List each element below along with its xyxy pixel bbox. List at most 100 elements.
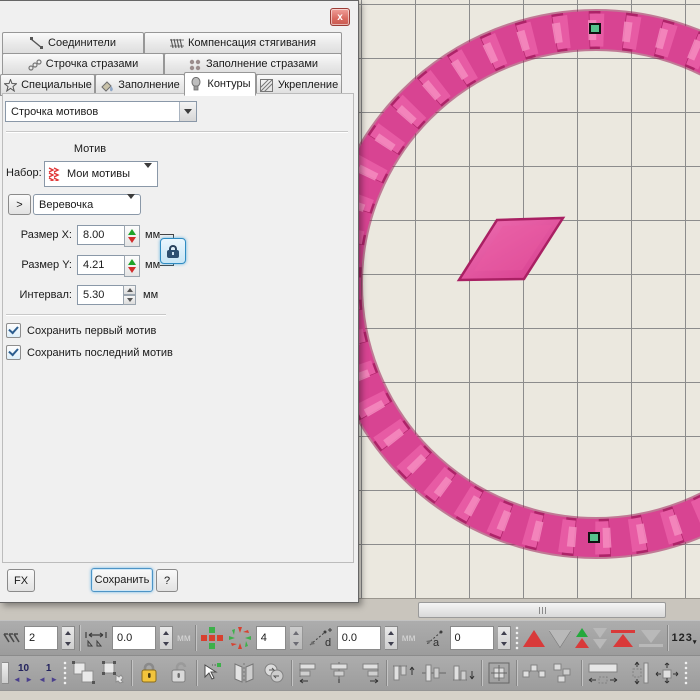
center-design-button[interactable] bbox=[486, 660, 512, 686]
lock-closed-icon bbox=[139, 661, 159, 685]
align-right-button[interactable] bbox=[356, 660, 382, 686]
unit-label: мм bbox=[177, 633, 191, 644]
triangle-double-gray-icon[interactable] bbox=[593, 628, 607, 649]
tab-connectors[interactable]: Соединители bbox=[2, 32, 144, 54]
motif-star-icon[interactable] bbox=[228, 626, 252, 650]
close-icon: x bbox=[337, 12, 343, 23]
help-button[interactable]: ? bbox=[156, 569, 178, 592]
spacing-spinner[interactable] bbox=[160, 626, 173, 650]
spacing-label: Интервал: bbox=[0, 289, 72, 301]
unit-label: мм bbox=[402, 633, 416, 644]
tab-rhinestone-run[interactable]: Строчка стразами bbox=[2, 53, 164, 75]
nudge-10-control[interactable]: 10 ◄ ► bbox=[13, 663, 34, 684]
diamond-motif-object[interactable] bbox=[459, 218, 563, 280]
align-left-button[interactable] bbox=[296, 660, 322, 686]
space-evenly-button[interactable] bbox=[654, 660, 680, 686]
motif-name-combobox[interactable]: Веревочка bbox=[33, 194, 141, 215]
checkbox-checked-icon bbox=[6, 345, 21, 360]
keep-last-motif-checkbox[interactable]: Сохранить последний мотив bbox=[6, 345, 173, 360]
stitch-numbers-icon[interactable]: 123▾ bbox=[672, 630, 698, 646]
rope-circle-object[interactable] bbox=[331, 19, 700, 549]
reshape-button[interactable] bbox=[201, 660, 227, 686]
toolbar-grip[interactable] bbox=[63, 660, 67, 686]
keep-first-motif-checkbox[interactable]: Сохранить первый мотив bbox=[6, 323, 156, 338]
unlock-button[interactable] bbox=[166, 660, 192, 686]
offset-input[interactable]: 0.0 bbox=[337, 626, 381, 650]
ungroup-button[interactable] bbox=[101, 660, 127, 686]
motif-cross-icon[interactable] bbox=[200, 626, 224, 650]
proportional-lock-button[interactable] bbox=[160, 238, 186, 264]
motif-name-value: Веревочка bbox=[34, 199, 127, 211]
close-button[interactable]: x bbox=[330, 8, 350, 26]
pull-compensation-icon bbox=[170, 37, 184, 50]
reinforce-icon bbox=[260, 79, 274, 92]
size-x-unit: мм bbox=[145, 229, 160, 241]
swap-button[interactable] bbox=[261, 660, 287, 686]
triangle-down-gray-icon[interactable] bbox=[549, 630, 571, 647]
break-apart-button[interactable] bbox=[551, 660, 577, 686]
size-y-label: Размер Y: bbox=[0, 259, 72, 271]
mirror-button[interactable] bbox=[231, 660, 257, 686]
tab-label: Строчка стразами bbox=[46, 58, 138, 70]
triangle-green-red-icon[interactable] bbox=[575, 628, 589, 648]
count-spinner[interactable] bbox=[290, 626, 303, 650]
motif-set-value: Мои мотивы bbox=[62, 168, 144, 180]
tab-pull-compensation[interactable]: Компенсация стягивания bbox=[144, 32, 342, 54]
space-horizontal-button[interactable] bbox=[586, 660, 620, 686]
spacing-input[interactable]: 0.0 bbox=[112, 626, 156, 650]
size-x-spinner[interactable] bbox=[124, 225, 140, 247]
space-vertical-button[interactable] bbox=[624, 660, 650, 686]
object-properties-dialog: x Соединители Компенсация стягивания Стр… bbox=[0, 0, 359, 603]
selection-handle-top[interactable] bbox=[590, 24, 600, 33]
align-center-button[interactable] bbox=[326, 660, 352, 686]
horizontal-scrollbar[interactable] bbox=[418, 602, 666, 618]
repeats-input[interactable]: 2 bbox=[24, 626, 58, 650]
tab-label: Компенсация стягивания bbox=[188, 37, 316, 49]
distribute-shapes-button[interactable] bbox=[521, 660, 547, 686]
lock-icon bbox=[167, 245, 179, 258]
stitch-type-combobox[interactable]: Строчка мотивов bbox=[5, 101, 197, 122]
size-x-field[interactable]: 8.00 bbox=[77, 225, 128, 245]
rhinestone-run-icon bbox=[28, 58, 42, 71]
toolbar-grip[interactable] bbox=[684, 660, 688, 686]
connectors-icon bbox=[30, 37, 44, 50]
motif-set-combobox[interactable]: Мои мотивы bbox=[44, 161, 158, 187]
fx-button[interactable]: FX bbox=[7, 569, 35, 592]
repeats-spinner[interactable] bbox=[62, 626, 75, 650]
divider bbox=[516, 660, 517, 686]
spin-up-icon bbox=[123, 285, 136, 295]
group-button[interactable] bbox=[71, 660, 97, 686]
count-input[interactable]: 4 bbox=[256, 626, 286, 650]
triangle-red-bar-icon[interactable] bbox=[611, 630, 635, 647]
set-label: Набор: bbox=[6, 167, 42, 179]
triangle-gray-bar-icon[interactable] bbox=[639, 630, 663, 647]
spacing-field[interactable]: 5.30 bbox=[77, 285, 128, 305]
angle-spinner[interactable] bbox=[498, 626, 511, 650]
spacing-unit: мм bbox=[143, 289, 158, 301]
save-button[interactable]: Сохранить bbox=[91, 568, 153, 592]
fill-bucket-icon bbox=[100, 79, 114, 92]
align-middle-button[interactable] bbox=[421, 660, 447, 686]
divider bbox=[581, 660, 582, 686]
selection-handle-bottom[interactable] bbox=[589, 533, 599, 542]
toolbar-grip[interactable] bbox=[515, 625, 519, 651]
lock-button[interactable] bbox=[136, 660, 162, 686]
offset-spinner[interactable] bbox=[385, 626, 398, 650]
checkbox-label: Сохранить последний мотив bbox=[27, 347, 173, 359]
align-top-button[interactable] bbox=[391, 660, 417, 686]
chevron-down-icon bbox=[179, 102, 196, 121]
nudge-1-control[interactable]: 1 ◄ ► bbox=[38, 663, 59, 684]
size-y-field[interactable]: 4.21 bbox=[77, 255, 128, 275]
spacing-spinner[interactable] bbox=[123, 285, 136, 305]
stitch-settings-toolbar: 2 0.0 мм 4 d 0.0 мм a 0 bbox=[0, 620, 700, 655]
clipped-widget bbox=[2, 662, 9, 684]
browse-motif-button[interactable]: > bbox=[8, 194, 31, 215]
align-bottom-button[interactable] bbox=[451, 660, 477, 686]
tab-outlines[interactable]: Контуры bbox=[184, 72, 256, 96]
triangle-up-red-icon[interactable] bbox=[523, 630, 545, 647]
tab-label: Заполнение bbox=[118, 79, 180, 91]
stitch-type-value: Строчка мотивов bbox=[6, 106, 179, 118]
size-y-spinner[interactable] bbox=[124, 255, 140, 277]
angle-input[interactable]: 0 bbox=[450, 626, 494, 650]
tab-label: Контуры bbox=[207, 78, 250, 90]
